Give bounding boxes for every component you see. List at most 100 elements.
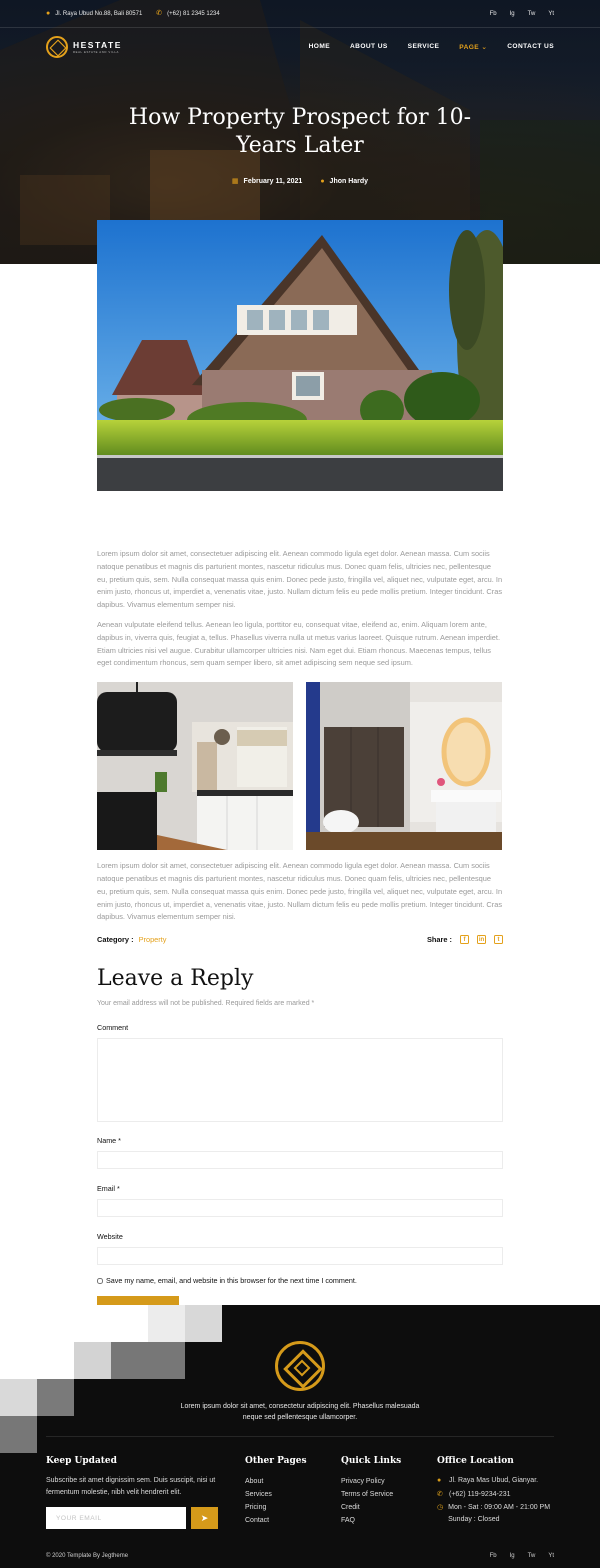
other-pages-heading: Other Pages [245,1456,307,1466]
share-label: Share : [426,935,452,945]
footer-social-youtube[interactable]: Yt [548,1553,554,1559]
email-field[interactable] [97,1199,503,1218]
newsletter-form: ➤ [46,1507,226,1529]
footer-divider [46,1436,554,1437]
linkedin-icon[interactable]: in [477,935,486,945]
map-pin-icon: ● [46,10,51,17]
footer-link-faq[interactable]: FAQ [341,1514,401,1527]
office-hours: ◷ Mon - Sat : 09:00 AM - 21:00 PM Sunday… [437,1502,557,1525]
nav-menu: HOME ABOUT US SERVICE PAGE ⌄ CONTACT US [309,43,554,51]
phone-icon: ✆ [437,1490,443,1498]
footer-decor-tile [185,1305,222,1342]
article-paragraph: Aenean vulputate eleifend tellus. Aenean… [97,619,500,668]
article-paragraph: Lorem ipsum dolor sit amet, consectetuer… [97,549,503,610]
newsletter-submit-button[interactable]: ➤ [191,1507,218,1529]
footer-decor-tile [148,1305,185,1342]
footer-link-contact[interactable]: Contact [245,1514,307,1527]
footer-about-text: Lorem ipsum dolor sit amet, consectetur … [180,1403,420,1421]
nav-item-service[interactable]: SERVICE [408,43,440,51]
nav-item-contact-us[interactable]: CONTACT US [507,43,554,51]
footer-link-privacy-policy[interactable]: Privacy Policy [341,1475,401,1488]
footer-social-facebook[interactable]: Fb [490,1553,497,1559]
post-meta: ▦ February 11, 2021 ● Jhon Hardy [0,177,600,186]
quick-links-heading: Quick Links [341,1456,402,1466]
article-paragraph: Lorem ipsum dolor sit amet, consectetuer… [97,861,503,922]
footer-quick-links: Quick Links Privacy Policy Terms of Serv… [341,1456,401,1527]
nav-item-page[interactable]: PAGE ⌄ [459,43,487,51]
social-link-facebook[interactable]: Fb [490,11,497,17]
post-title: How Property Prospect for 10-Years Later [128,105,472,158]
footer-decor-tile [0,1379,37,1416]
nav-item-page-label: PAGE [459,44,480,51]
post-author: ● Jhon Hardy [320,177,368,185]
reply-heading: Leave a Reply [97,966,254,992]
topbar-phone-text: (+62) 81 2345 1234 [167,10,220,17]
save-info-consent: Save my name, email, and website in this… [97,1276,503,1285]
name-field[interactable] [97,1151,503,1170]
footer-decor-tile [37,1379,74,1416]
nav-item-about-us[interactable]: ABOUT US [350,43,388,51]
office-address: ● Jl. Raya Mas Ubud, Gianyar. [437,1475,557,1487]
topbar-address: ● Jl. Raya Ubud No.88, Bali 80571 [46,10,142,17]
footer-social-instagram[interactable]: Ig [510,1553,515,1559]
footer-link-services[interactable]: Services [245,1488,307,1501]
footer-social-twitter[interactable]: Tw [528,1553,536,1559]
footer-keep-updated: Keep Updated Subscribe sit amet dignissi… [46,1456,226,1529]
footer-link-pricing[interactable]: Pricing [245,1501,307,1514]
footer-decor-tile [0,1342,74,1379]
twitter-icon[interactable]: t [494,935,503,945]
footer-social-links: Fb Ig Tw Yt [490,1553,554,1559]
footer-link-about[interactable]: About [245,1475,307,1488]
save-info-label: Save my name, email, and website in this… [106,1276,357,1286]
share-links: Share : f in t [426,935,503,945]
logo-tagline: REAL ESTATE AND VILLA [73,50,119,54]
calendar-icon: ▦ [231,178,239,185]
footer-link-credit[interactable]: Credit [341,1501,401,1514]
footer-decor-tile [111,1342,185,1379]
top-info-bar: ● Jl. Raya Ubud No.88, Bali 80571 ✆ (+62… [0,0,600,28]
social-link-youtube[interactable]: Yt [548,11,554,17]
reply-note: Your email address will not be published… [97,1000,315,1008]
footer-decor-tile [74,1342,111,1379]
logo-emblem-icon [46,36,68,58]
kitchen-photo [97,682,293,851]
keep-updated-heading: Keep Updated [46,1456,117,1466]
copyright-text: © 2020 Template By Jegtheme [46,1553,129,1559]
site-logo[interactable]: HESTATE REAL ESTATE AND VILLA [46,36,122,58]
post-footer-meta: Category : Property Share : f in t [97,935,503,945]
nav-item-home[interactable]: HOME [309,43,330,51]
footer-link-terms-of-service[interactable]: Terms of Service [341,1488,401,1501]
topbar-social-links: Fb Ig Tw Yt [490,11,554,17]
comment-label: Comment [97,1023,129,1033]
office-address-text: Jl. Raya Mas Ubud, Gianyar. [449,1477,539,1484]
website-field[interactable] [97,1247,503,1266]
social-link-instagram[interactable]: Ig [510,11,515,17]
comment-textarea[interactable] [97,1038,503,1123]
website-label: Website [97,1232,123,1242]
post-date-text: February 11, 2021 [243,177,303,185]
office-hours-text: Mon - Sat : 09:00 AM - 21:00 PM Sunday :… [448,1504,551,1523]
send-icon: ➤ [200,1512,209,1523]
email-label: Email * [97,1184,120,1194]
keep-updated-text: Subscribe sit amet dignissim sem. Duis s… [46,1477,216,1496]
footer-other-pages: Other Pages About Services Pricing Conta… [245,1456,307,1527]
chevron-down-icon: ⌄ [481,44,488,51]
facebook-icon[interactable]: f [460,935,469,945]
user-icon: ● [320,177,325,185]
office-phone-text: (+62) 119-9234-231 [449,1490,511,1498]
save-info-checkbox[interactable] [97,1277,103,1284]
footer-office-location: Office Location ● Jl. Raya Mas Ubud, Gia… [437,1456,557,1527]
gallery-image-bathroom [306,682,502,851]
logo-brand-name: HESTATE [73,40,122,50]
newsletter-email-input[interactable] [46,1507,186,1529]
bathroom-photo [306,682,502,851]
map-pin-icon: ● [437,1477,442,1484]
phone-icon: ✆ [156,10,163,17]
article-gallery [97,682,503,851]
post-date: ▦ February 11, 2021 [231,177,303,186]
office-phone: ✆ (+62) 119-9234-231 [437,1489,557,1501]
name-label: Name * [97,1136,121,1146]
category-link[interactable]: Property [139,935,167,944]
social-link-twitter[interactable]: Tw [528,11,536,17]
footer-decor-tile [0,1305,148,1342]
